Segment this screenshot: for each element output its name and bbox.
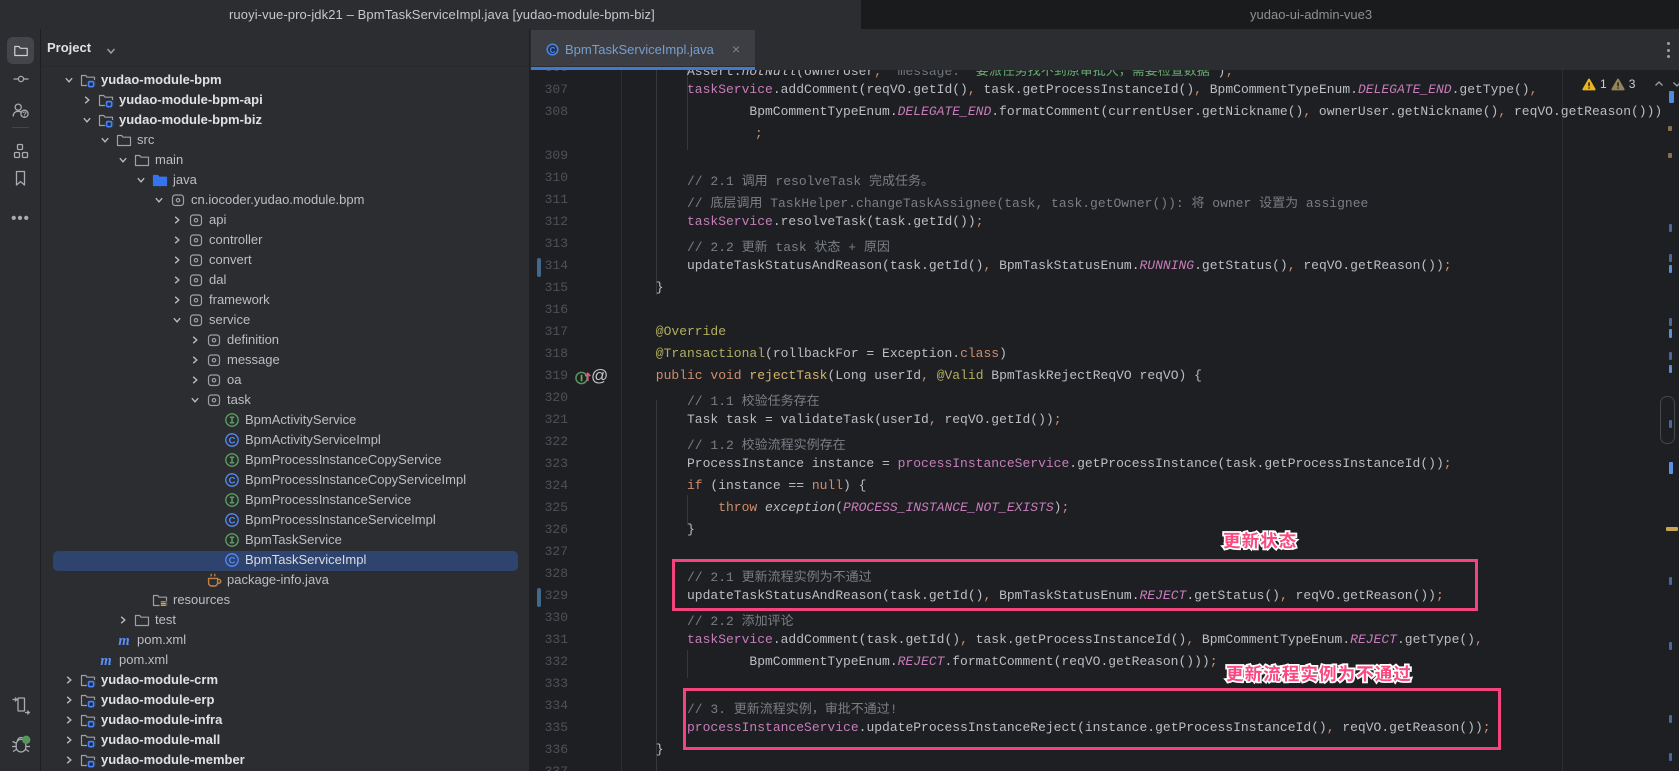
- svg-text:C: C: [229, 515, 236, 526]
- svg-text:C: C: [229, 435, 236, 446]
- svg-text:C: C: [229, 475, 236, 486]
- svg-text:m: m: [118, 633, 129, 648]
- svg-text:C: C: [229, 555, 236, 566]
- svg-text:?: ?: [22, 109, 27, 118]
- svg-text:C: C: [550, 46, 556, 55]
- svg-text:m: m: [100, 653, 111, 668]
